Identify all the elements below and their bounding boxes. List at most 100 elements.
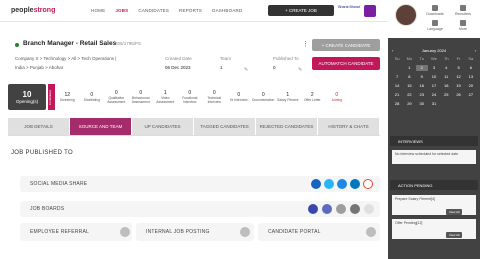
calendar-day[interactable]: 15 (403, 83, 415, 89)
calendar-day[interactable]: 5 (452, 65, 464, 71)
download-icon (432, 5, 438, 11)
post-icon[interactable] (240, 227, 250, 237)
nav-reports[interactable]: REPORTS (179, 8, 202, 13)
tab-tagged-candidates[interactable]: TAGGED CANDIDATES (194, 118, 255, 135)
calendar-day[interactable]: 19 (452, 83, 464, 89)
calendar-day[interactable]: 6 (465, 65, 477, 71)
nav-jobs[interactable]: JOBS (115, 8, 128, 13)
portal-icon[interactable] (366, 227, 376, 237)
weekday-label: Tu (419, 56, 424, 61)
employee-referral-cell[interactable]: EMPLOYEE REFERRAL (20, 223, 132, 241)
twitter-icon[interactable] (324, 179, 334, 189)
calendar-day[interactable]: 10 (428, 74, 440, 80)
calendar-day[interactable]: 9 (416, 74, 428, 80)
tab-job-details[interactable]: JOB DETAILS (8, 118, 69, 135)
calendar-day[interactable]: 2 (415, 65, 428, 71)
edit-published-icon[interactable]: ✎ (298, 67, 302, 73)
tab-history-chats[interactable]: HISTORY & CHATS (318, 118, 379, 135)
gmail-icon[interactable] (363, 179, 373, 189)
stat-technical[interactable]: 0 Technical Interview (202, 90, 227, 104)
calendar-day[interactable]: 17 (428, 83, 440, 89)
edit-team-icon[interactable]: ✎ (244, 67, 248, 73)
more-icon (460, 20, 466, 26)
calendar-day[interactable]: 29 (403, 101, 415, 107)
stat-hr[interactable]: 0 Hr Interview (227, 92, 252, 102)
calendar-day[interactable]: 30 (416, 101, 428, 107)
calendar-day[interactable]: 7 (391, 74, 403, 80)
calendar-day[interactable]: 25 (440, 92, 452, 98)
prev-month-icon[interactable]: ‹ (392, 48, 393, 53)
stat-qualitative[interactable]: 0 Qualitative Assessment (104, 90, 129, 104)
job-id: 805/1795/PS (115, 41, 142, 46)
openings-badge: 10 Opening(s) (8, 84, 46, 110)
calendar-day[interactable]: 14 (391, 83, 403, 89)
nav-candidates[interactable]: CANDIDATES (138, 8, 169, 13)
create-candidate-button[interactable]: + CREATE CANDIDATE (312, 39, 380, 51)
view-all-offer-button[interactable]: View All (446, 232, 463, 238)
tab-rejected-candidates[interactable]: REJECTED CANDIDATES (256, 118, 317, 135)
action-pending-header: ACTION PENDING (390, 180, 478, 190)
kebab-menu-icon[interactable]: ⋮ (302, 40, 309, 48)
calendar-day[interactable]: 28 (391, 101, 403, 107)
stat-offer[interactable]: 2 Offer Letter (300, 92, 325, 102)
calendar-day[interactable]: 20 (465, 83, 477, 89)
brand-logo: Bharat Bharat (338, 5, 360, 9)
logo[interactable]: peoplestrong (11, 7, 91, 14)
people-icon (460, 5, 466, 11)
avatar[interactable] (395, 4, 417, 26)
candidates-tab[interactable]: Candidates (48, 84, 55, 110)
weekday-label: We (431, 56, 437, 61)
next-month-icon[interactable]: › (475, 48, 476, 53)
stat-documentation[interactable]: 0 Documentation (251, 92, 276, 102)
stat-functional[interactable]: 0 Functional Interview (178, 90, 203, 104)
calendar-day[interactable]: 8 (403, 74, 415, 80)
tab-up-candidates[interactable]: UP CANDIDATES (132, 118, 193, 135)
create-job-button[interactable]: + CREATE JOB (268, 5, 334, 16)
calendar-day[interactable]: 4 (440, 65, 452, 71)
job-title: Branch Manager - Retail Sales (23, 40, 117, 47)
internal-posting-cell[interactable]: INTERNAL JOB POSTING (136, 223, 254, 241)
board-1-icon[interactable] (308, 204, 318, 214)
calendar-day[interactable]: 1 (403, 65, 415, 71)
more-button[interactable]: More (452, 20, 474, 31)
stat-shortlisting[interactable]: 0 Shortlisting (80, 92, 105, 102)
link-icon[interactable] (120, 227, 130, 237)
messenger-icon[interactable] (337, 179, 347, 189)
calendar-day[interactable]: 21 (391, 92, 403, 98)
stat-screening[interactable]: 12 Screening (55, 92, 80, 102)
stat-video[interactable]: 1 Video Assessment (153, 90, 178, 104)
stat-salary[interactable]: 1 Salary Fitment (276, 92, 301, 102)
calendar-day[interactable]: 23 (416, 92, 428, 98)
calendar-day[interactable]: 12 (452, 74, 464, 80)
board-5-icon[interactable] (364, 204, 374, 214)
stat-joining[interactable]: 0 Joining (325, 92, 350, 102)
language-button[interactable]: Language (424, 20, 446, 31)
view-all-salary-button[interactable]: View All (446, 209, 463, 215)
nav-home[interactable]: HOME (91, 8, 105, 13)
candidate-portal-cell[interactable]: CANDIDATE PORTAL (258, 223, 380, 241)
calendar-day[interactable]: 16 (416, 83, 428, 89)
calendar-day[interactable]: 27 (465, 92, 477, 98)
flag-icon[interactable] (364, 5, 376, 17)
created-date: Created Date 06 Dec 2023 (165, 56, 192, 70)
board-3-icon[interactable] (336, 204, 346, 214)
tab-source-and-team[interactable]: SOURCE AND TEAM (70, 118, 131, 135)
facebook-icon[interactable] (311, 179, 321, 189)
board-2-icon[interactable] (322, 204, 332, 214)
calendar-day[interactable]: 22 (403, 92, 415, 98)
calendar-day[interactable]: 13 (465, 74, 477, 80)
calendar-day[interactable]: 31 (428, 101, 440, 107)
stat-behavioural[interactable]: 0 Behavioural Assessment (129, 90, 154, 104)
linkedin-icon[interactable] (350, 179, 360, 189)
action-item-salary: Prepare Salary Fitment[4] (392, 195, 476, 215)
downloads-button[interactable]: Downloads (424, 5, 446, 16)
calendar-day[interactable]: 11 (440, 74, 452, 80)
board-4-icon[interactable] (350, 204, 360, 214)
calendar-day[interactable]: 26 (452, 92, 464, 98)
calendar-day[interactable]: 3 (428, 65, 440, 71)
recruiters-button[interactable]: Recruiters (452, 5, 474, 16)
calendar-day[interactable]: 24 (428, 92, 440, 98)
calendar-day[interactable]: 18 (440, 83, 452, 89)
nav-dashboard[interactable]: DASHBOARD (212, 8, 242, 13)
automatch-candidate-button[interactable]: AUTOMATCH CANDIDATE (312, 57, 380, 70)
